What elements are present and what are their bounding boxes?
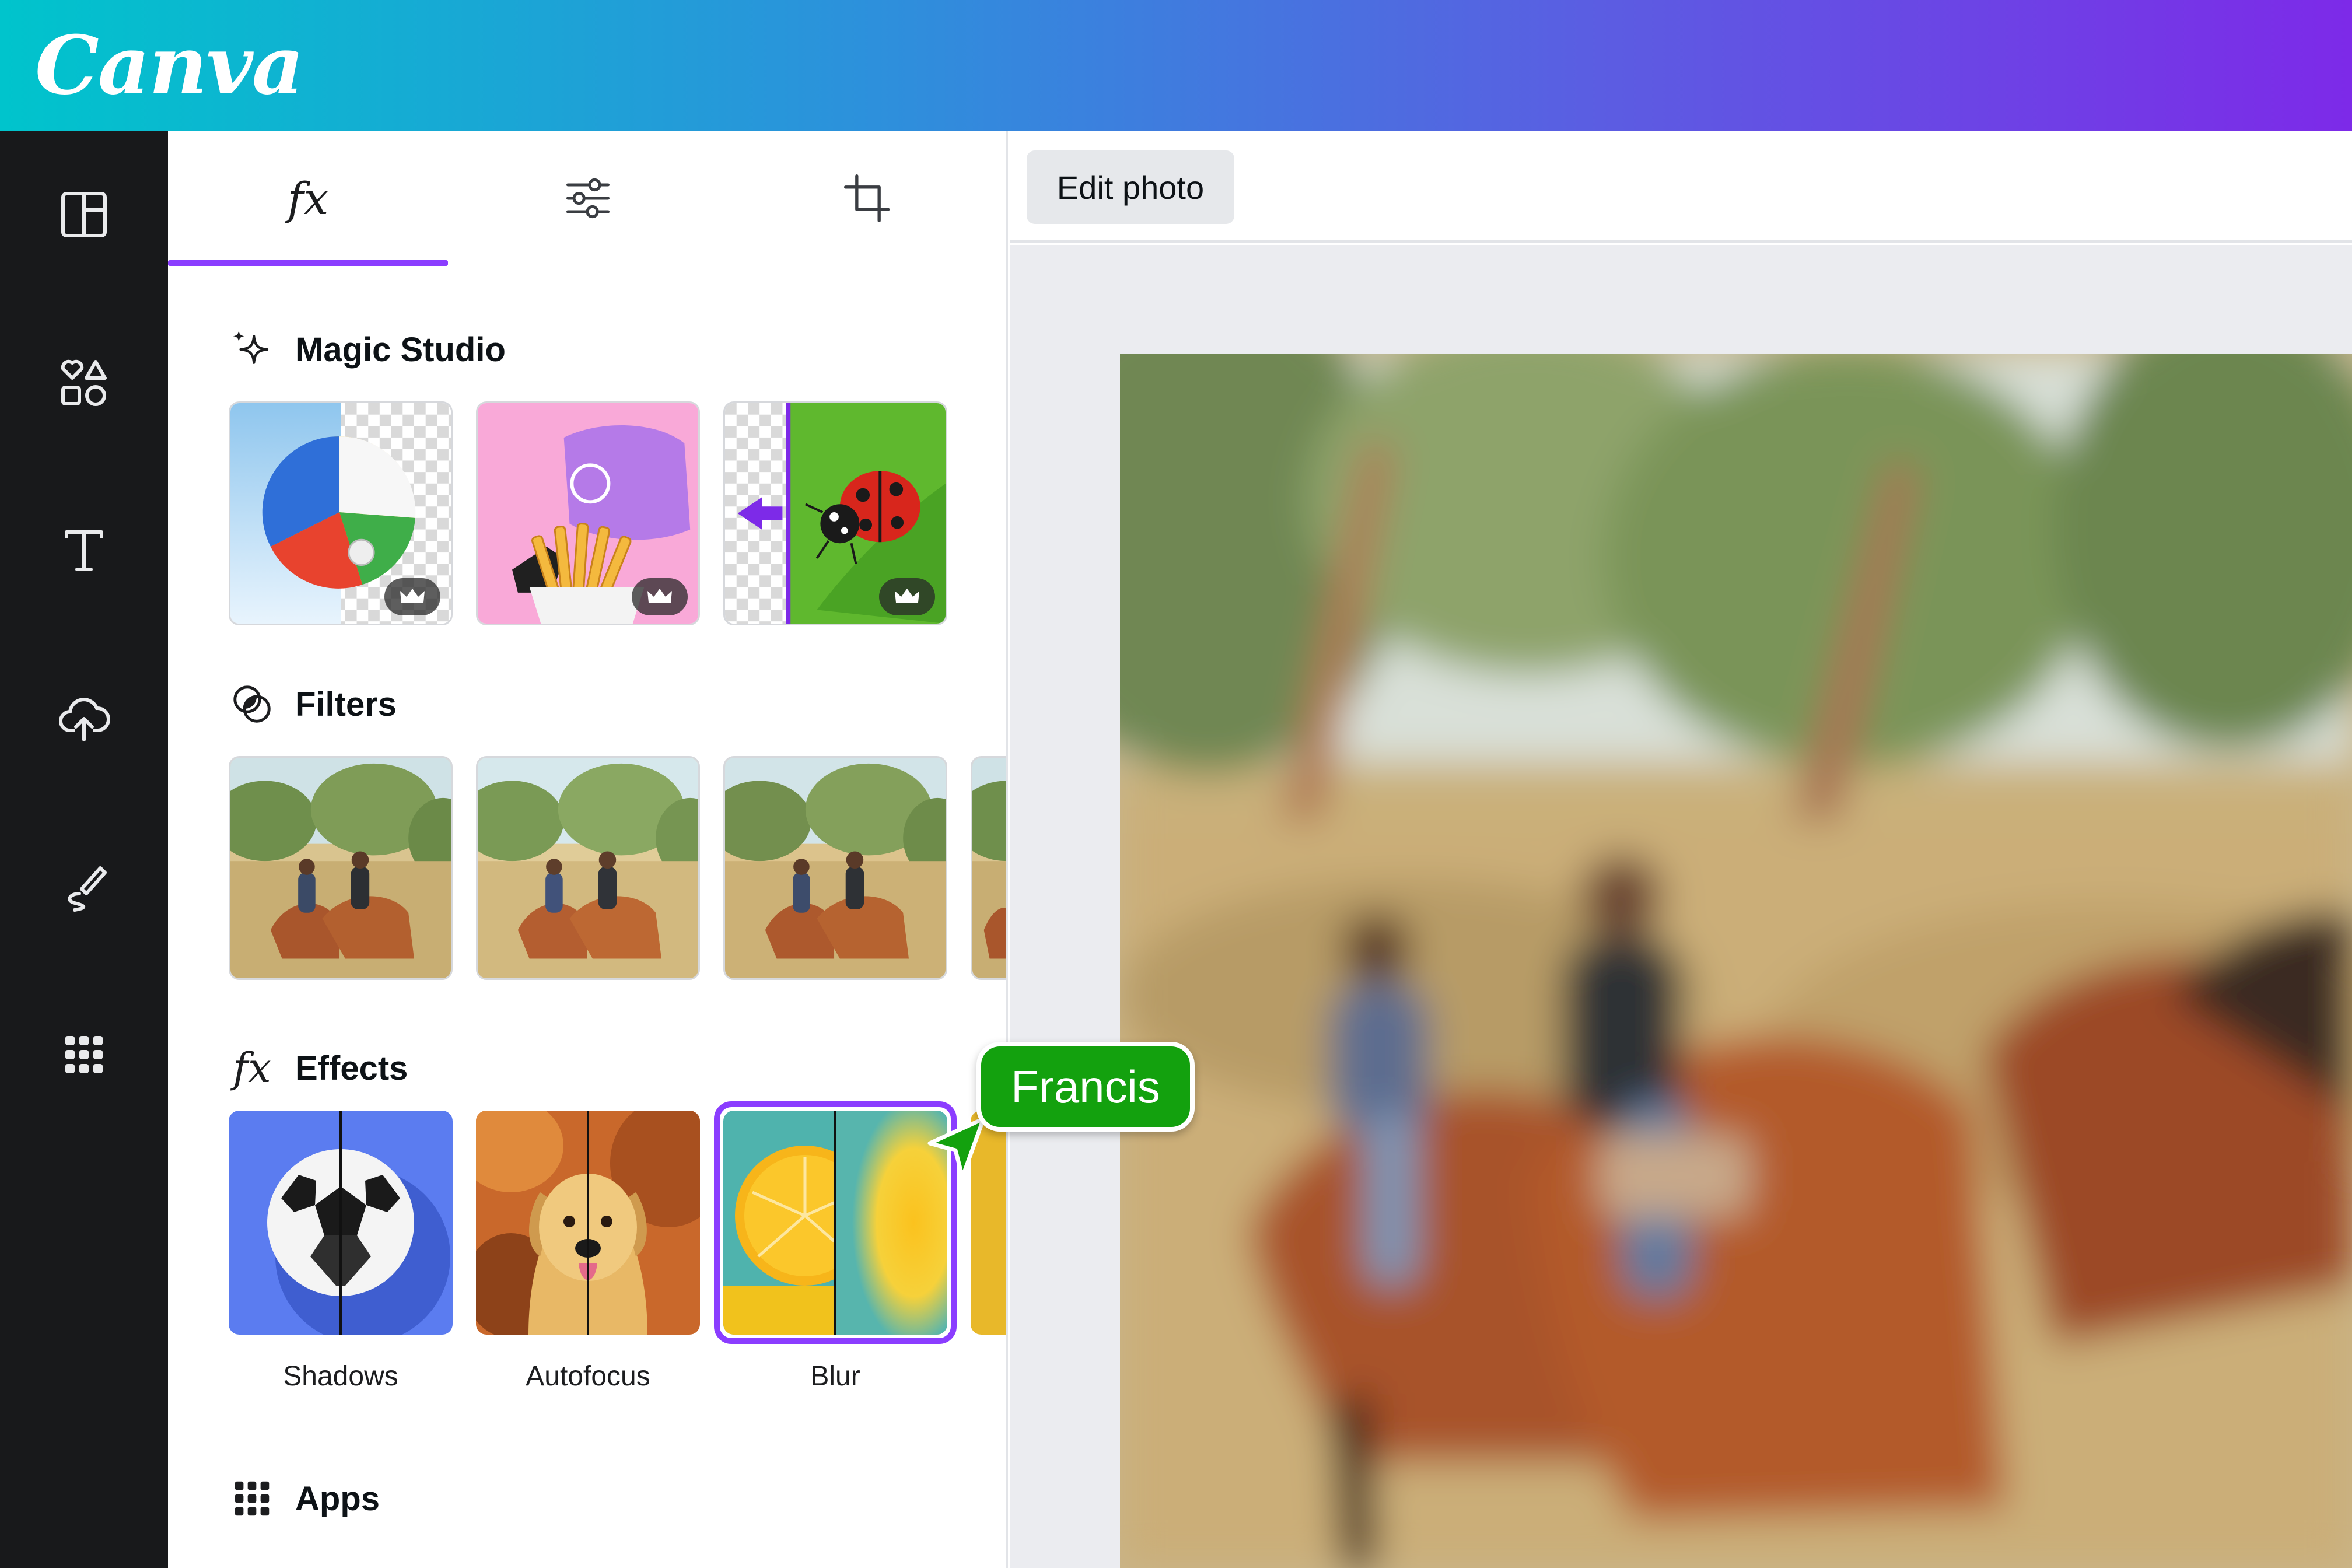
active-tab-indicator bbox=[168, 260, 448, 266]
apps-grid-icon bbox=[65, 1036, 103, 1073]
rail-item-apps[interactable] bbox=[37, 1008, 131, 1101]
top-bar: Canva bbox=[0, 0, 2352, 131]
magic-grab[interactable] bbox=[476, 401, 700, 625]
section-title-magic-studio: Magic Studio bbox=[295, 330, 506, 369]
apps-grid-icon bbox=[229, 1475, 275, 1522]
magic-background-remover[interactable] bbox=[229, 401, 453, 625]
effect-autofocus[interactable] bbox=[476, 1111, 700, 1335]
premium-crown-icon bbox=[632, 578, 688, 615]
filter-thumbnail[interactable] bbox=[476, 756, 700, 980]
filter-thumbnail[interactable] bbox=[229, 756, 453, 980]
magic-expand[interactable] bbox=[723, 401, 947, 625]
section-title-effects: Effects bbox=[295, 1049, 408, 1087]
editor-toolbar: Edit photo bbox=[1010, 131, 2352, 243]
filters-icon bbox=[229, 681, 275, 727]
canva-logo[interactable]: Canva bbox=[35, 13, 304, 118]
filters-header: Filters bbox=[229, 672, 397, 736]
filter-thumbnail[interactable] bbox=[971, 756, 1006, 980]
tab-adjust[interactable] bbox=[448, 131, 728, 266]
rail-item-design[interactable] bbox=[37, 168, 131, 261]
draw-icon bbox=[68, 866, 107, 912]
effect-label-autofocus: Autofocus bbox=[526, 1361, 650, 1392]
left-rail bbox=[0, 131, 168, 1568]
panel-tabs: fx bbox=[168, 131, 1006, 266]
edit-panel: fx Magic Studio Filters fx Effects Shado… bbox=[168, 131, 1008, 1568]
apps-header: Apps bbox=[229, 1466, 380, 1531]
upload-icon bbox=[59, 698, 111, 741]
tab-crop[interactable] bbox=[728, 131, 1006, 266]
effect-shadows[interactable] bbox=[229, 1111, 453, 1335]
rail-item-draw[interactable] bbox=[37, 840, 131, 933]
canvas-photo[interactable] bbox=[1120, 354, 2352, 1568]
layout-icon bbox=[61, 192, 107, 237]
effects-header: fx Effects bbox=[229, 1036, 408, 1100]
premium-crown-icon bbox=[384, 578, 440, 615]
collaborator-name-tag: Francis bbox=[977, 1042, 1195, 1132]
text-icon bbox=[65, 530, 103, 571]
section-title-apps: Apps bbox=[295, 1479, 380, 1518]
magic-studio-header: Magic Studio bbox=[229, 317, 506, 382]
premium-crown-icon bbox=[879, 578, 935, 615]
tab-effects[interactable]: fx bbox=[168, 131, 448, 266]
sparkle-icon bbox=[229, 326, 275, 373]
crop-icon bbox=[844, 174, 890, 223]
section-title-filters: Filters bbox=[295, 685, 397, 723]
edit-photo-button[interactable]: Edit photo bbox=[1027, 150, 1234, 224]
effect-label-shadows: Shadows bbox=[283, 1361, 398, 1392]
effects-icon: fx bbox=[233, 1044, 271, 1092]
effect-blur[interactable] bbox=[723, 1111, 947, 1335]
rail-item-elements[interactable] bbox=[37, 336, 131, 429]
effect-label-blur: Blur bbox=[810, 1361, 860, 1392]
effects-icon: fx bbox=[287, 172, 329, 225]
adjust-sliders-icon bbox=[566, 178, 610, 219]
filter-thumbnail[interactable] bbox=[723, 756, 947, 980]
elements-icon bbox=[61, 359, 107, 406]
rail-item-uploads[interactable] bbox=[37, 672, 131, 765]
rail-item-text[interactable] bbox=[37, 504, 131, 597]
